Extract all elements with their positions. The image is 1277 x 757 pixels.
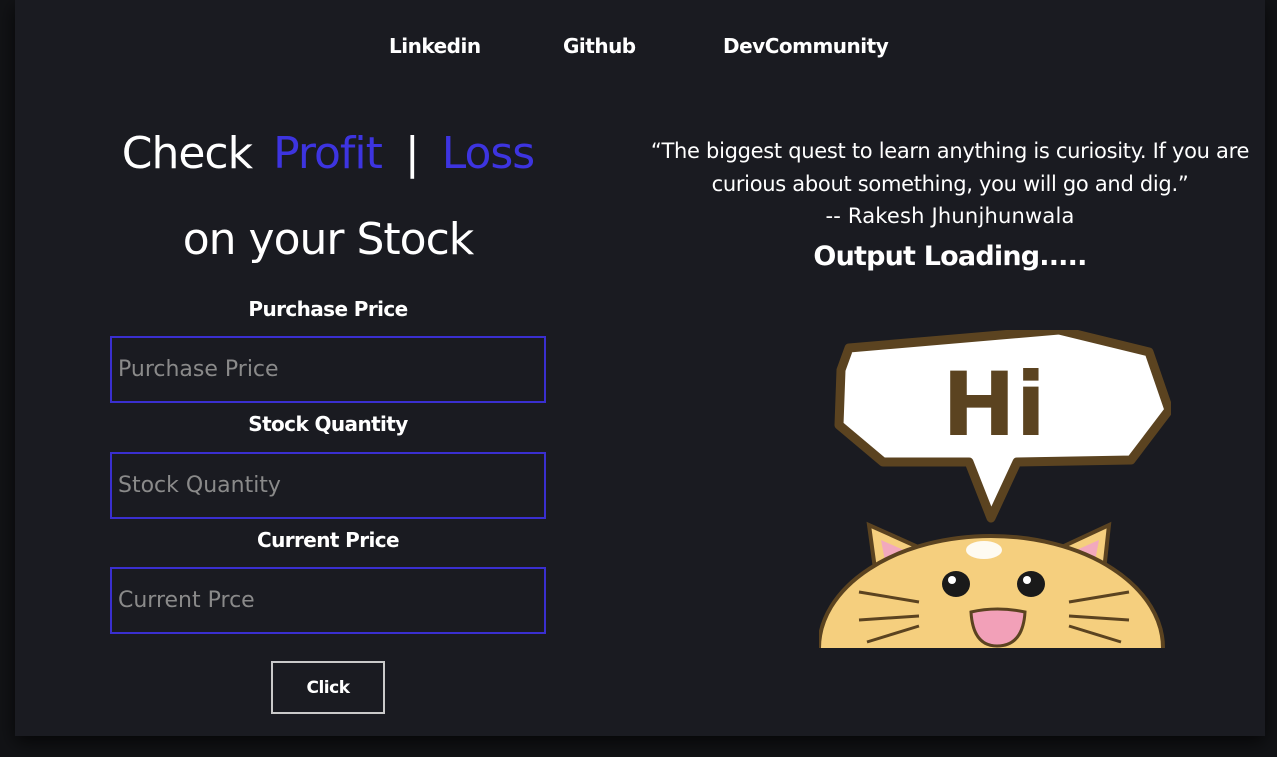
cat-eye-right [1017,571,1045,597]
bubble-text: Hi [942,353,1046,456]
top-nav: Linkedin Github DevCommunity [0,34,1277,64]
cat-eye-right-shine [1023,576,1031,584]
title-loss: Loss [441,128,536,179]
title-profit: Profit [273,128,383,179]
stock-quantity-input[interactable] [110,452,546,519]
purchase-price-label: Purchase Price [248,297,408,321]
title-separator: | [404,128,420,179]
page-subtitle: on your Stock [182,214,475,265]
output-panel: “The biggest quest to learn anything is … [630,135,1270,272]
cat-forehead-mark [966,541,1002,559]
title-check: Check [121,128,253,179]
hi-cat-illustration: Hi [819,330,1171,648]
cat-eye-left-shine [948,576,956,584]
quote-text: “The biggest quest to learn anything is … [650,139,1250,196]
page-title: Check Profit | Loss [110,128,546,179]
hi-cat-image: Hi [819,330,1171,648]
nav-link-github[interactable]: Github [563,34,636,58]
nav-link-devcommunity[interactable]: DevCommunity [723,34,889,58]
quote-author: -- Rakesh Jhunjhunwala [825,204,1075,228]
check-button[interactable]: Click [271,661,385,714]
purchase-price-input[interactable] [110,336,546,403]
nav-link-linkedin[interactable]: Linkedin [389,34,481,58]
cat-eye-left [942,571,970,597]
current-price-label: Current Price [257,528,400,552]
stock-quantity-label: Stock Quantity [248,412,408,436]
current-price-input[interactable] [110,567,546,634]
output-status: Output Loading..... [813,241,1087,272]
